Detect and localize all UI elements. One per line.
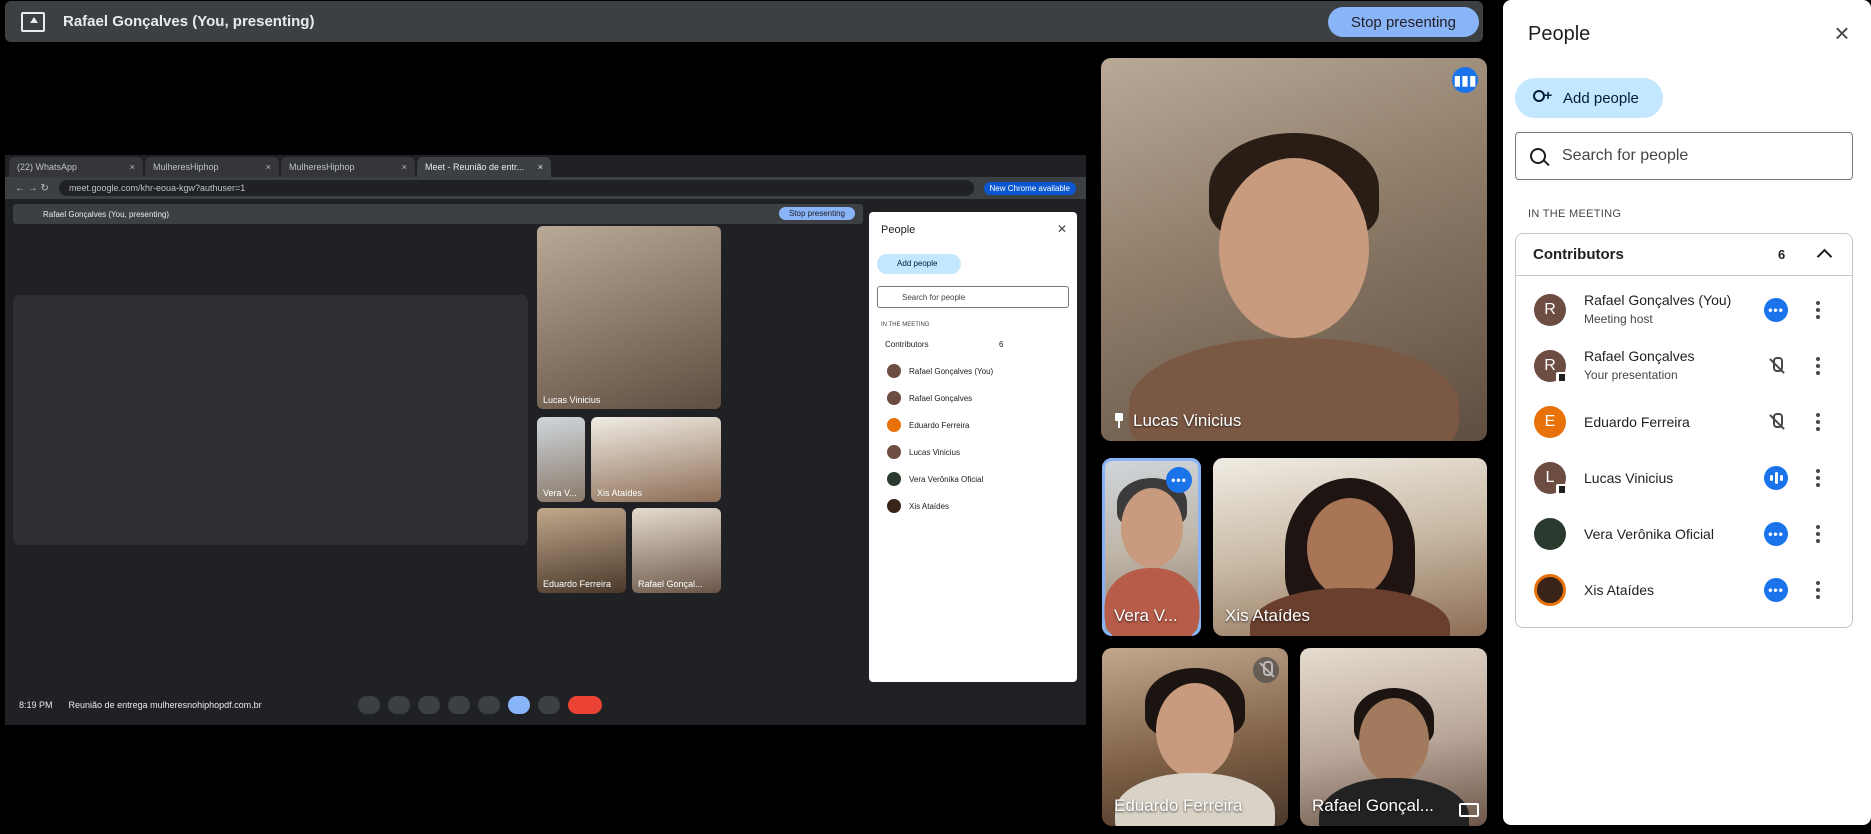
- video-tile-eduardo[interactable]: Eduardo Ferreira: [1102, 648, 1288, 826]
- video-tile-vera[interactable]: ••• Vera V...: [1102, 458, 1201, 636]
- browser-tab[interactable]: MulheresHiphop ×: [281, 157, 415, 177]
- kebab-menu-icon[interactable]: [1810, 580, 1826, 600]
- nav-arrows-icon[interactable]: ← → ↻: [15, 183, 49, 194]
- inner-person-row: Eduardo Ferreira: [887, 415, 1065, 435]
- search-box[interactable]: [1515, 132, 1853, 180]
- avatar: [1534, 574, 1566, 606]
- inner-search: Search for people: [877, 286, 1069, 308]
- video-tile-rafael[interactable]: Rafael Gonçal...: [1300, 648, 1487, 826]
- tile-name-xis: Xis Ataídes: [1225, 606, 1311, 625]
- tile-name-vera: Vera V...: [1114, 606, 1178, 625]
- present-screen-icon: [21, 11, 45, 32]
- inner-control-bar: 8:19 PM Reunião de entrega mulheresnohip…: [5, 685, 1086, 725]
- inner-tile-lucas: Lucas Vinicius: [537, 226, 721, 409]
- kebab-menu-icon[interactable]: [1810, 356, 1826, 376]
- avatar: [1534, 518, 1566, 550]
- participant-row[interactable]: Xis Ataídes •••: [1516, 562, 1852, 618]
- presenting-title: Rafael Gonçalves (You, presenting): [63, 13, 315, 30]
- inner-close-icon: ✕: [1056, 222, 1067, 236]
- add-person-icon: [1531, 87, 1553, 106]
- panel-title: People: [1528, 23, 1591, 45]
- avatar: L: [1534, 462, 1568, 496]
- stop-presenting-button[interactable]: Stop presenting: [1327, 7, 1479, 37]
- browser-tab-active[interactable]: Meet - Reunião de entr... ×: [417, 157, 551, 177]
- avatar: R: [1534, 294, 1566, 326]
- speaking-indicator-icon: ▮▮▮: [1452, 67, 1478, 93]
- video-tile-xis[interactable]: Xis Ataídes: [1213, 458, 1487, 636]
- presenting-bar: Rafael Gonçalves (You, presenting) Stop …: [5, 1, 1483, 42]
- shared-screen: (22) WhatsApp × MulheresHiphop × MulheresH…: [5, 155, 1086, 725]
- presenting-icon: [1459, 803, 1479, 817]
- participant-row[interactable]: L Lucas Vinicius: [1516, 450, 1852, 506]
- inner-person-row: Xis Ataídes: [887, 496, 1065, 516]
- close-icon[interactable]: ×: [1830, 20, 1854, 46]
- video-tile-lucas[interactable]: ▮▮▮ Lucas Vinicius: [1101, 58, 1487, 441]
- add-people-button[interactable]: Add people: [1515, 78, 1663, 118]
- inner-person-row: Lucas Vinicius: [887, 442, 1065, 462]
- speaking-indicator-icon: [1764, 466, 1788, 490]
- more-options-icon[interactable]: •••: [1166, 467, 1192, 493]
- inner-meet-view: Rafael Gonçalves (You, presenting) Stop …: [5, 199, 1086, 725]
- kebab-menu-icon[interactable]: [1810, 412, 1826, 432]
- contributors-header[interactable]: Contributors: [1516, 234, 1852, 276]
- contributors-count: 6: [1778, 247, 1786, 262]
- more-options-icon[interactable]: •••: [1764, 578, 1788, 602]
- participant-row[interactable]: R Rafael Gonçalves Your presentation: [1516, 338, 1852, 394]
- inner-people-panel: People ✕ Add people Search for people IN…: [869, 212, 1077, 682]
- avatar: E: [1534, 406, 1566, 438]
- section-label: IN THE MEETING: [1528, 208, 1622, 220]
- inner-presenting-bar: Rafael Gonçalves (You, presenting) Stop …: [13, 204, 863, 224]
- participant-row[interactable]: E Eduardo Ferreira: [1516, 394, 1852, 450]
- nested-screen: [13, 295, 528, 545]
- muted-mic-icon: [1253, 657, 1279, 683]
- inner-person-row: Vera Verônika Oficial: [887, 469, 1065, 489]
- search-icon: [1530, 148, 1546, 164]
- kebab-menu-icon[interactable]: [1810, 468, 1826, 488]
- browser-address-bar: ← → ↻ meet.google.com/khr-eoua-kgw?authu…: [5, 177, 1086, 199]
- browser-tabstrip: (22) WhatsApp × MulheresHiphop × MulheresH…: [5, 155, 1086, 177]
- participant-row[interactable]: R Rafael Gonçalves (You) Meeting host ••…: [1516, 282, 1852, 338]
- new-chrome-badge[interactable]: New Chrome available: [983, 181, 1076, 195]
- contributors-group: Contributors 6 R Rafael Gonçalves (You) …: [1515, 233, 1853, 628]
- inner-tile-eduardo: Eduardo Ferreira: [537, 508, 626, 593]
- muted-mic-icon: [1764, 410, 1788, 434]
- kebab-menu-icon[interactable]: [1810, 524, 1826, 544]
- inner-add-people: Add people: [877, 254, 961, 274]
- inner-tile-xis: Xis Ataídes: [591, 417, 721, 502]
- browser-tab[interactable]: MulheresHiphop ×: [145, 157, 279, 177]
- browser-tab[interactable]: (22) WhatsApp ×: [9, 157, 143, 177]
- chevron-up-icon[interactable]: [1816, 246, 1832, 262]
- people-panel: People × Add people IN THE MEETING Contr…: [1503, 0, 1871, 825]
- participant-row[interactable]: Vera Verônika Oficial •••: [1516, 506, 1852, 562]
- presenting-badge-icon: [1556, 372, 1568, 384]
- tile-name-rafael: Rafael Gonçal...: [1312, 796, 1434, 815]
- inner-tile-rafael: Rafael Gonçal...: [632, 508, 721, 593]
- avatar: R: [1534, 350, 1568, 384]
- inner-stop-button: Stop presenting: [778, 207, 855, 220]
- kebab-menu-icon[interactable]: [1810, 300, 1826, 320]
- inner-person-row: Rafael Gonçalves: [887, 388, 1065, 408]
- audio-off-icon: [1764, 354, 1788, 378]
- search-input[interactable]: [1562, 147, 1822, 165]
- pin-badge-icon: [1556, 484, 1568, 496]
- inner-tile-vera: Vera V...: [537, 417, 585, 502]
- pin-icon[interactable]: [1113, 413, 1125, 429]
- more-options-icon[interactable]: •••: [1764, 298, 1788, 322]
- tile-name-lucas: Lucas Vinicius: [1133, 411, 1242, 430]
- inner-person-row: Rafael Gonçalves (You): [887, 361, 1065, 381]
- url-field[interactable]: meet.google.com/khr-eoua-kgw?authuser=1: [58, 180, 974, 196]
- more-options-icon[interactable]: •••: [1764, 522, 1788, 546]
- tile-name-eduardo: Eduardo Ferreira: [1114, 796, 1243, 815]
